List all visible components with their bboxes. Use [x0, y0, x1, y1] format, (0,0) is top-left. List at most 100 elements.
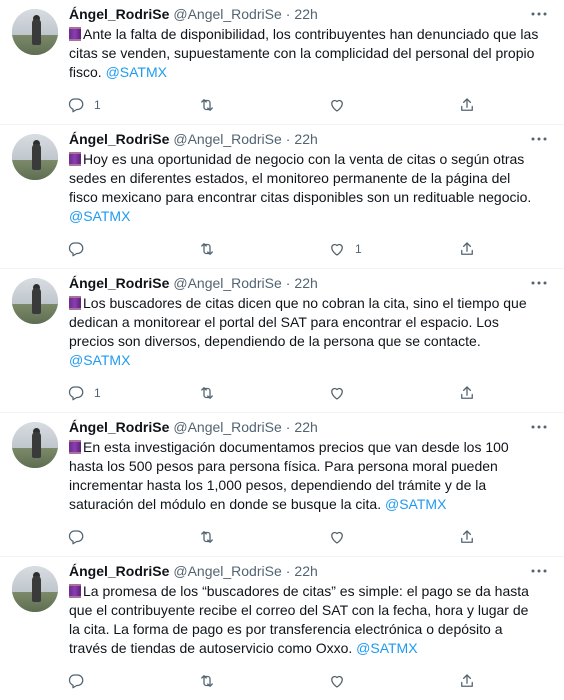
separator-dot: · — [285, 275, 291, 291]
share-icon — [461, 674, 473, 687]
reply-icon — [68, 674, 84, 689]
retweet-button[interactable] — [198, 96, 328, 114]
tweet-actions: 1 — [67, 86, 548, 124]
display-name[interactable]: Ángel_RodriSe — [69, 563, 169, 579]
retweet-button[interactable] — [198, 384, 328, 402]
more-dots-icon[interactable] — [530, 8, 548, 20]
timestamp[interactable]: 22h — [294, 419, 317, 435]
like-button[interactable] — [328, 672, 458, 690]
retweet-button[interactable] — [198, 672, 328, 690]
tweet-text: Ante la falta de disponibilidad, los con… — [69, 25, 548, 82]
reply-count: 1 — [94, 98, 101, 112]
user-handle[interactable]: @Angel_RodriSe — [173, 419, 281, 435]
tweet[interactable]: Ángel_RodriSe @Angel_RodriSe · 22h Hoy e… — [0, 125, 564, 269]
tweet-text: La promesa de los “buscadores de citas” … — [69, 582, 548, 658]
user-handle[interactable]: @Angel_RodriSe — [173, 275, 281, 291]
timestamp[interactable]: 22h — [294, 563, 317, 579]
share-button[interactable] — [458, 240, 498, 258]
more-dots-icon[interactable] — [530, 277, 548, 289]
reply-icon — [68, 242, 84, 257]
more-dots-icon[interactable] — [530, 421, 548, 433]
display-name[interactable]: Ángel_RodriSe — [69, 275, 169, 291]
separator-dot: · — [285, 563, 291, 579]
separator-dot: · — [285, 131, 291, 147]
display-name[interactable]: Ángel_RodriSe — [69, 6, 169, 22]
retweet-icon — [201, 675, 213, 687]
like-button[interactable] — [328, 528, 458, 546]
separator-dot: · — [285, 6, 291, 22]
retweet-button[interactable] — [198, 240, 328, 258]
spool-of-thread-emoji — [69, 152, 81, 166]
tweet[interactable]: Ángel_RodriSe @Angel_RodriSe · 22h Ante … — [0, 0, 564, 125]
share-button[interactable] — [458, 384, 498, 402]
tweet-text: Los buscadores de citas dicen que no cob… — [69, 294, 548, 370]
tweet-text: Hoy es una oportunidad de negocio con la… — [69, 150, 548, 226]
share-button[interactable] — [458, 672, 498, 690]
avatar[interactable] — [12, 422, 58, 468]
separator-dot: · — [285, 419, 291, 435]
retweet-icon — [201, 99, 213, 111]
tweet-header: Ángel_RodriSe @Angel_RodriSe · 22h — [69, 563, 548, 579]
reply-icon — [68, 386, 84, 401]
mention-link[interactable]: @SATMX — [69, 208, 130, 224]
tweet-header: Ángel_RodriSe @Angel_RodriSe · 22h — [69, 275, 548, 291]
tweet-text: En esta investigación documentamos preci… — [69, 438, 548, 514]
tweet[interactable]: Ángel_RodriSe @Angel_RodriSe · 22h En es… — [0, 413, 564, 557]
avatar[interactable] — [12, 9, 58, 55]
mention-link[interactable]: @SATMX — [106, 64, 167, 80]
tweet-text-content: Hoy es una oportunidad de negocio con la… — [69, 151, 532, 205]
heart-icon — [331, 675, 343, 688]
share-icon — [461, 530, 473, 543]
mention-link[interactable]: @SATMX — [69, 352, 130, 368]
retweet-button[interactable] — [198, 528, 328, 546]
user-handle[interactable]: @Angel_RodriSe — [173, 563, 281, 579]
timestamp[interactable]: 22h — [294, 275, 317, 291]
display-name[interactable]: Ángel_RodriSe — [69, 419, 169, 435]
timeline: Ángel_RodriSe @Angel_RodriSe · 22h Ante … — [0, 0, 564, 700]
like-button[interactable]: 1 — [328, 240, 458, 258]
like-count: 1 — [355, 242, 362, 256]
tweet-text-content: Los buscadores de citas dicen que no cob… — [69, 295, 527, 349]
tweet-actions — [67, 518, 548, 556]
tweet-actions: 1 — [67, 374, 548, 412]
spool-of-thread-emoji — [69, 584, 81, 598]
reply-icon — [68, 530, 84, 545]
timestamp[interactable]: 22h — [294, 6, 317, 22]
reply-icon — [68, 98, 84, 113]
share-icon — [461, 98, 473, 111]
reply-button[interactable] — [67, 528, 198, 546]
heart-icon — [331, 99, 343, 112]
more-dots-icon[interactable] — [530, 133, 548, 145]
like-button[interactable] — [328, 96, 458, 114]
reply-button[interactable] — [67, 672, 198, 690]
tweet-text-content: La promesa de los “buscadores de citas” … — [69, 583, 529, 656]
heart-icon — [331, 243, 343, 256]
heart-icon — [331, 531, 343, 544]
share-button[interactable] — [458, 528, 498, 546]
display-name[interactable]: Ángel_RodriSe — [69, 131, 169, 147]
spool-of-thread-emoji — [69, 440, 81, 454]
avatar[interactable] — [12, 278, 58, 324]
tweet-actions — [67, 662, 548, 700]
reply-button[interactable]: 1 — [67, 384, 198, 402]
mention-link[interactable]: @SATMX — [385, 496, 446, 512]
spool-of-thread-emoji — [69, 27, 81, 41]
user-handle[interactable]: @Angel_RodriSe — [173, 6, 281, 22]
reply-count: 1 — [94, 386, 101, 400]
tweet-actions: 1 — [67, 230, 548, 268]
heart-icon — [331, 387, 343, 400]
reply-button[interactable] — [67, 240, 198, 258]
reply-button[interactable]: 1 — [67, 96, 198, 114]
mention-link[interactable]: @SATMX — [356, 640, 417, 656]
tweet-header: Ángel_RodriSe @Angel_RodriSe · 22h — [69, 419, 548, 435]
share-button[interactable] — [458, 96, 498, 114]
tweet[interactable]: Ángel_RodriSe @Angel_RodriSe · 22h Los b… — [0, 269, 564, 413]
avatar[interactable] — [12, 134, 58, 180]
like-button[interactable] — [328, 384, 458, 402]
user-handle[interactable]: @Angel_RodriSe — [173, 131, 281, 147]
timestamp[interactable]: 22h — [294, 131, 317, 147]
retweet-icon — [201, 387, 213, 399]
retweet-icon — [201, 531, 213, 543]
more-dots-icon[interactable] — [530, 565, 548, 577]
avatar[interactable] — [12, 566, 58, 612]
